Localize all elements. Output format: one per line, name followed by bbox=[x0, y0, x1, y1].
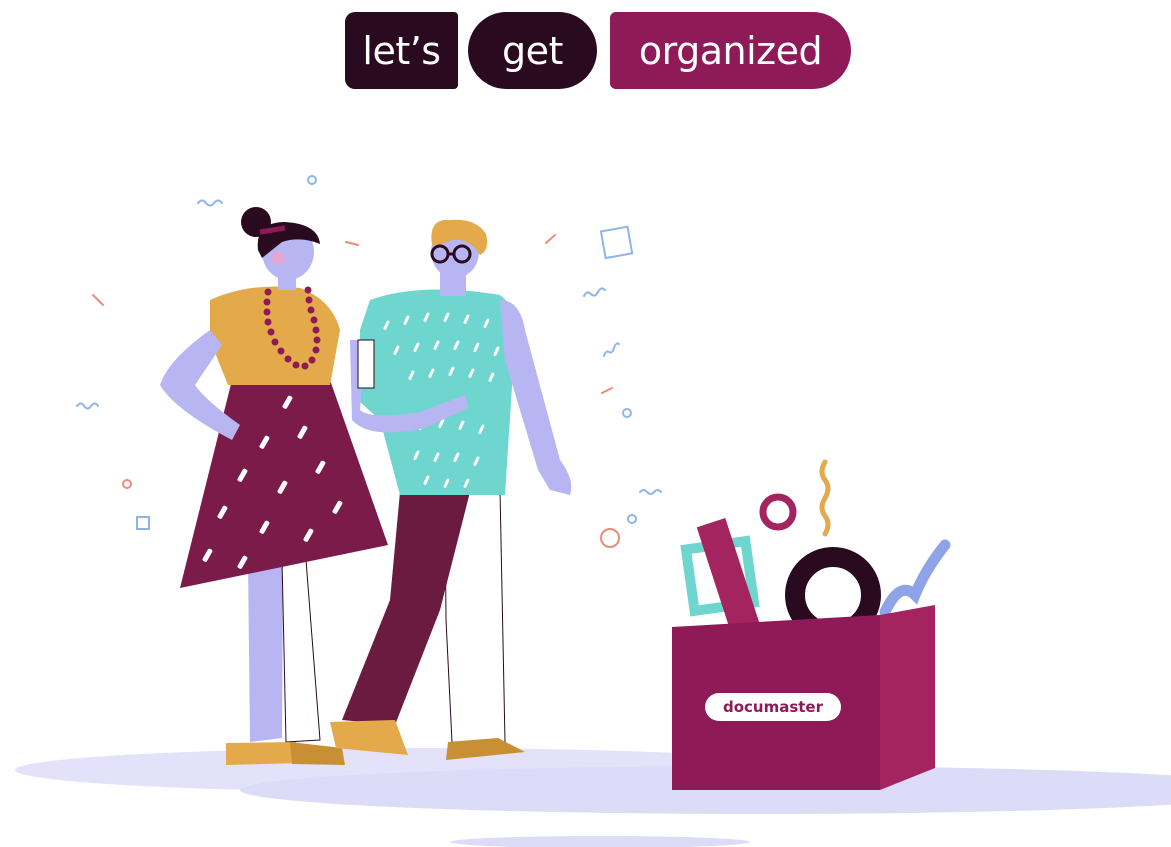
page: let’s get organized documaster bbox=[0, 0, 1171, 847]
storage-box: documaster bbox=[672, 459, 951, 790]
illustration: documaster bbox=[15, 175, 1171, 847]
woman-figure bbox=[160, 207, 388, 765]
ground-shadow bbox=[15, 748, 1171, 847]
box-label: documaster bbox=[723, 698, 824, 716]
